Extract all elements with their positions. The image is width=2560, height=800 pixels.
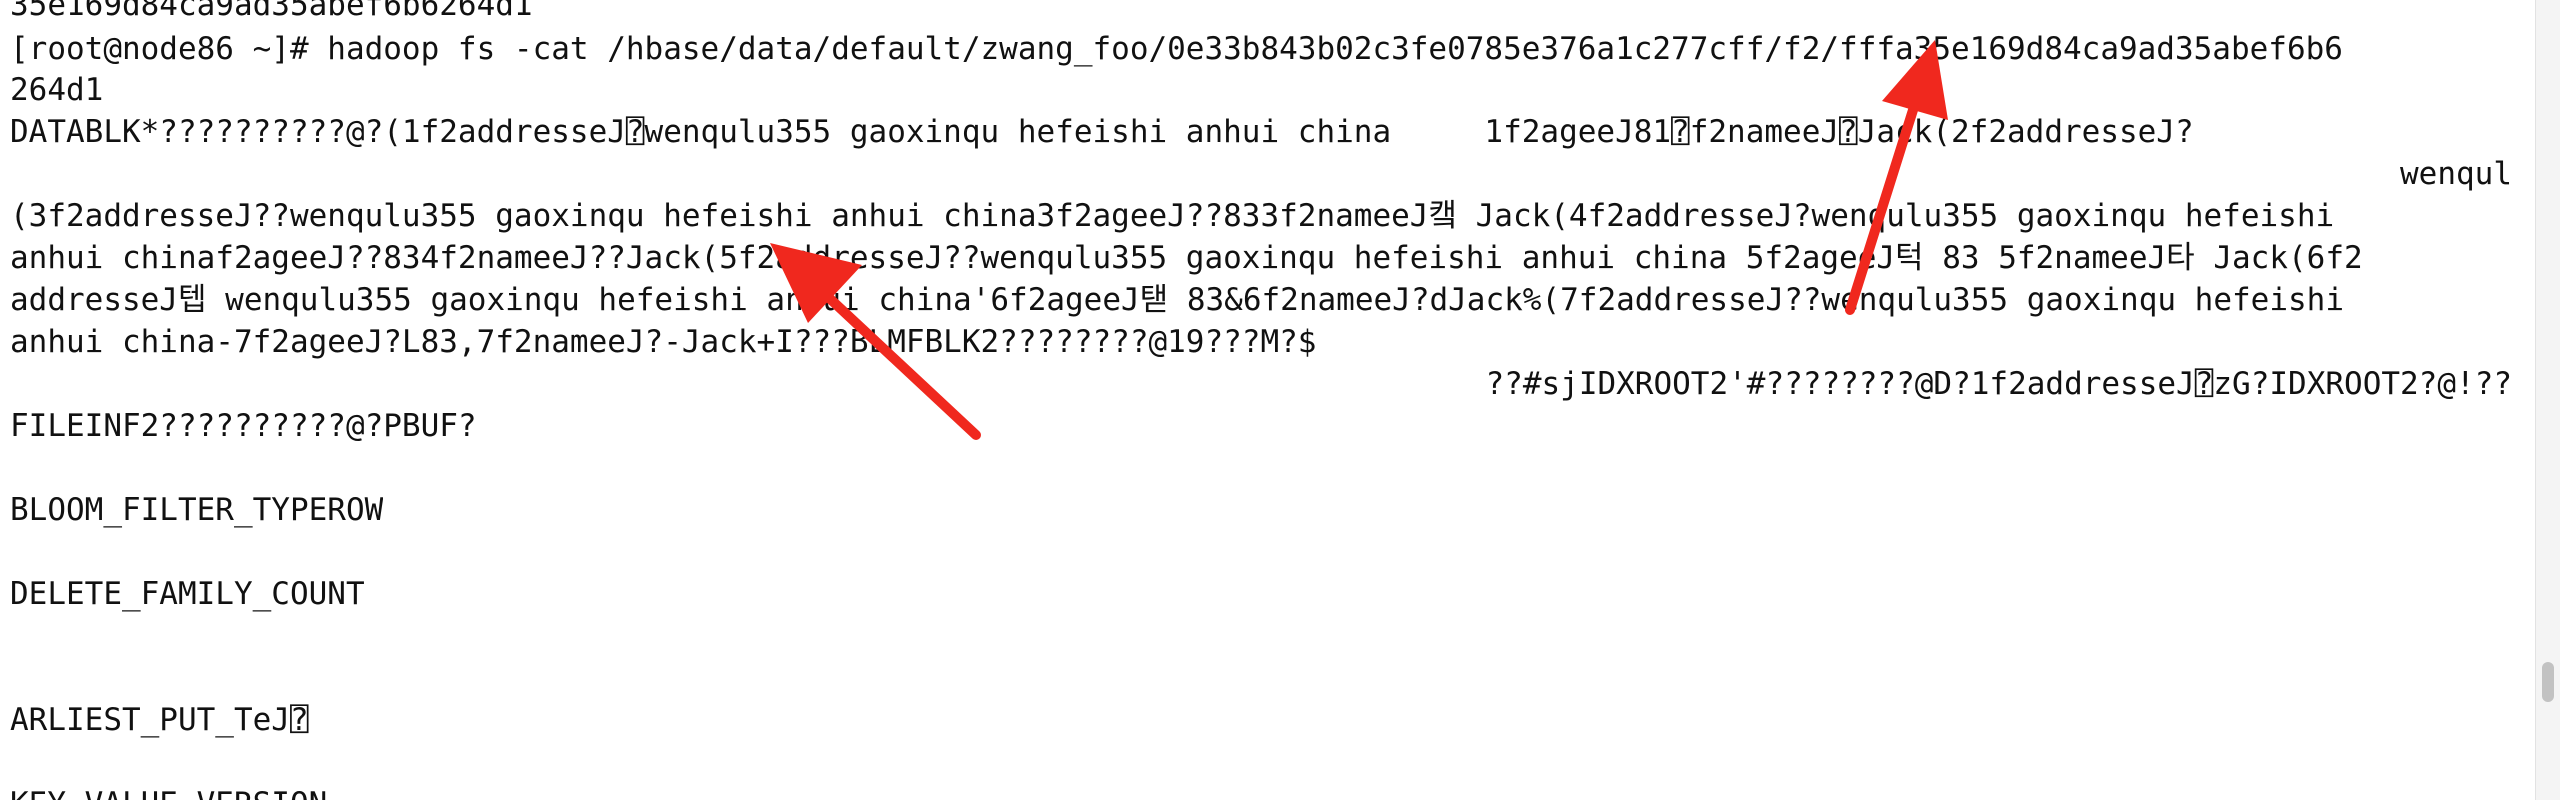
terminal-line: DELETE_FAMILY_COUNT (10, 576, 365, 612)
terminal-line: ARLIEST_PUT_TeJ⍰ (10, 702, 309, 738)
terminal-line: anhui chinaf2ageeJ??834f2nameeJ??Jack(5f… (10, 240, 2363, 276)
terminal-line: ??#sjIDXROOT2'#????????@D?1f2addresseJ⍰z… (1485, 366, 2513, 402)
terminal-line: DATABLK*??????????@?(1f2addresseJ⍰wenqul… (10, 114, 2194, 150)
terminal-line: KEY_VALUE_VERSION (10, 783, 327, 800)
terminal-line: 35e169d84ca9ad35abef6b6264d1 (10, 0, 533, 23)
terminal-line: 264d1 (10, 72, 104, 108)
terminal-line: anhui china-7f2ageeJ?L83,7f2nameeJ?-Jack… (10, 324, 1317, 360)
vertical-scrollbar[interactable] (2535, 0, 2560, 800)
terminal-line: addresseJ텝 wenqulu355 gaoxinqu hefeishi … (10, 282, 2344, 318)
terminal-command-line: [root@node86 ~]# hadoop fs -cat /hbase/d… (10, 28, 2343, 70)
terminal-line: BLOOM_FILTER_TYPEROW (10, 492, 384, 528)
terminal-line: wenqul (2400, 156, 2512, 192)
terminal-line: FILEINF2??????????@?PBUF? (10, 408, 477, 444)
scrollbar-thumb[interactable] (2542, 662, 2554, 702)
terminal-window[interactable]: 35e169d84ca9ad35abef6b6264d1 [root@node8… (0, 0, 2560, 800)
terminal-line: (3f2addresseJ??wenqulu355 gaoxinqu hefei… (10, 198, 2335, 234)
